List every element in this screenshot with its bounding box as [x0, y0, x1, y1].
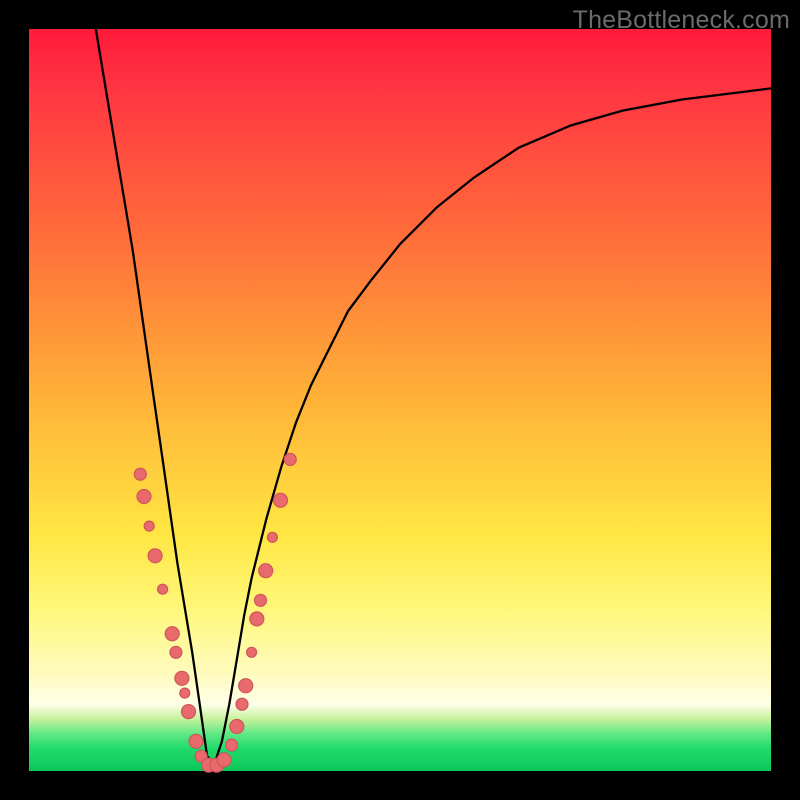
scatter-dot: [267, 532, 277, 542]
scatter-dot: [226, 739, 238, 751]
scatter-dot: [236, 698, 248, 710]
plot-area: [29, 29, 771, 771]
scatter-dot: [182, 705, 196, 719]
scatter-dot: [144, 521, 154, 531]
bottleneck-curve: [96, 29, 771, 764]
scatter-dot: [247, 647, 257, 657]
scatter-dot: [165, 627, 179, 641]
scatter-dot: [158, 584, 168, 594]
scatter-dot: [230, 720, 244, 734]
watermark-text: TheBottleneck.com: [573, 6, 790, 35]
scatter-dot: [175, 671, 189, 685]
scatter-dot: [170, 646, 182, 658]
scatter-dot: [250, 612, 264, 626]
scatter-dot: [148, 549, 162, 563]
scatter-dot: [255, 594, 267, 606]
scatter-dot: [180, 688, 190, 698]
scatter-dot: [137, 490, 151, 504]
chart-svg: [29, 29, 771, 771]
scatter-dot: [189, 734, 203, 748]
scatter-dot: [284, 453, 296, 465]
scatter-dot: [259, 564, 273, 578]
scatter-dot: [217, 753, 231, 767]
scatter-dot: [274, 493, 288, 507]
scatter-dot: [239, 679, 253, 693]
scatter-dot: [134, 468, 146, 480]
